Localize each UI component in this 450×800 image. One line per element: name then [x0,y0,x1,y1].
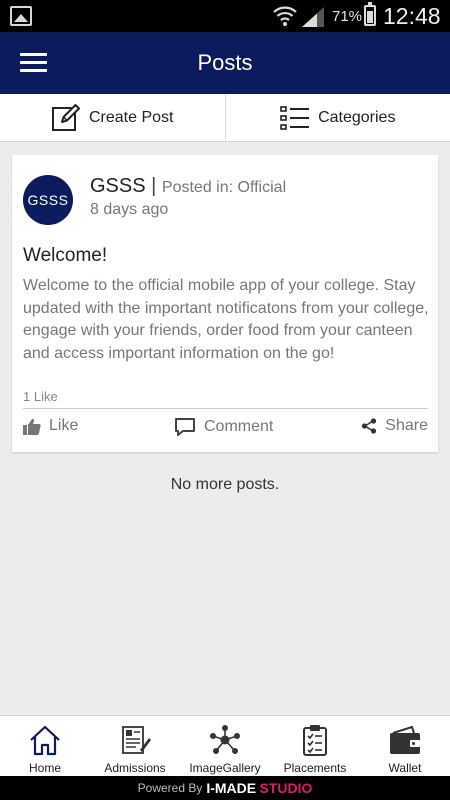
posted-in-category: Posted in: Official [161,179,287,196]
post-actions-bar: Create Post Categories [0,94,450,142]
categories-label: Categories [318,108,396,126]
nav-label-home: Home [28,761,61,775]
divider [23,408,428,409]
comment-icon [175,418,195,436]
nav-label-placements: Placements [283,761,347,775]
status-bar: 71% 12:48 [0,0,450,32]
feed-end-message: No more posts. [170,476,280,493]
nav-label-imagegallery: ImageGallery [189,761,261,775]
clock: 12:48 [383,3,441,29]
app-bar: Posts [0,32,450,94]
list-icon [280,105,310,130]
share-button[interactable]: Share [361,417,428,435]
post-card: GSSS GSSS | Posted in: Official 8 days a… [12,155,438,452]
admissions-form-icon [118,723,152,757]
network-gallery-icon [208,723,242,757]
wallet-icon [388,723,422,757]
avatar[interactable]: GSSS [23,175,73,225]
wifi-icon [273,6,297,26]
clipboard-checklist-icon [298,723,332,757]
categories-button[interactable]: Categories [224,94,450,141]
page-title: Posts [197,50,253,75]
bottom-navigation: Home Admissions ImageGallery Placements … [0,715,450,776]
post-interaction-bar: Like Comment Share [23,417,428,441]
like-label: Like [49,417,79,434]
author-name[interactable]: GSSS [90,175,146,197]
edit-icon [52,103,80,131]
battery-percent: 71% [332,8,363,25]
comment-button[interactable]: Comment [174,417,273,437]
brand-logo: I-MADE STUDIO [206,780,313,796]
post-body: Welcome to the official mobile app of yo… [23,277,429,362]
share-icon [362,418,377,434]
nav-item-admissions[interactable]: Admissions [90,716,180,776]
nav-item-wallet[interactable]: Wallet [360,716,450,776]
home-icon [28,723,62,757]
powered-by-text: Powered By [137,781,203,795]
create-post-label: Create Post [89,108,174,126]
battery-icon [364,2,376,26]
image-notification-icon [10,6,32,26]
like-button[interactable]: Like [23,417,78,435]
likes-count[interactable]: 1 Like [23,389,58,404]
nav-item-home[interactable]: Home [0,716,90,776]
nav-item-imagegallery[interactable]: ImageGallery [180,716,270,776]
nav-label-wallet: Wallet [388,761,422,775]
powered-by-footer: Powered By I-MADE STUDIO [0,776,450,800]
header-separator: | [151,175,157,197]
nav-item-placements[interactable]: Placements [270,716,360,776]
thumbs-up-icon [23,418,41,435]
post-timestamp: 8 days ago [90,201,169,218]
share-label: Share [385,417,428,434]
post-title: Welcome! [23,245,108,266]
nav-label-admissions: Admissions [104,761,166,775]
post-header: GSSS | Posted in: Official [90,175,286,198]
signal-icon [302,7,324,27]
create-post-button[interactable]: Create Post [0,94,225,141]
comment-label: Comment [204,418,274,435]
